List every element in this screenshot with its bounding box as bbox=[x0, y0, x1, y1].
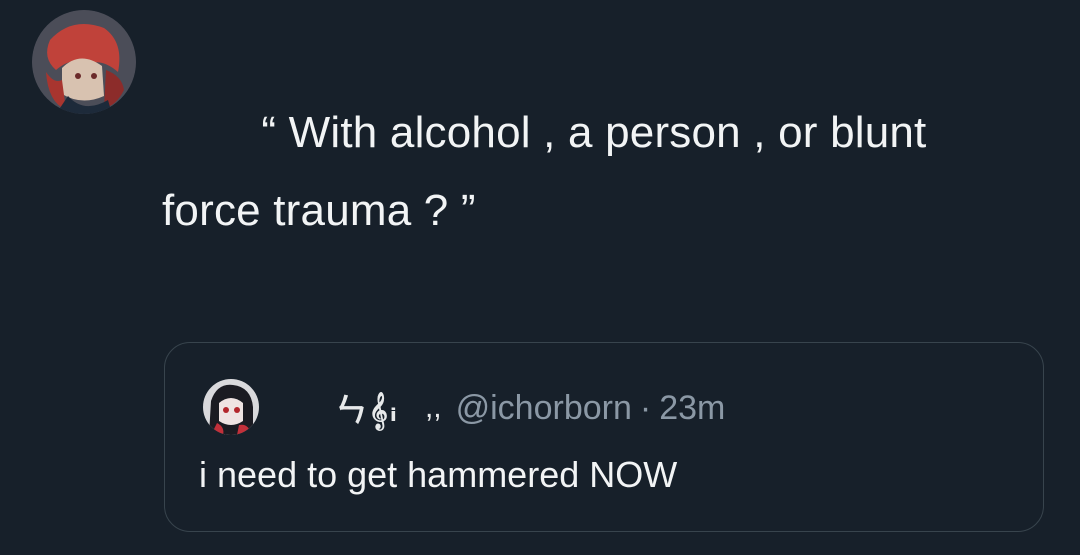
tweet-text: “ With alcohol , a person , or blunt for… bbox=[162, 108, 927, 235]
author-avatar-image bbox=[32, 10, 136, 114]
quoted-display-name[interactable]: ㄣ𝄞ᵢ bbox=[335, 385, 399, 431]
author-avatar[interactable] bbox=[32, 10, 136, 114]
quoted-display-name-suffix: ,, bbox=[424, 391, 442, 424]
quoted-handle[interactable]: @ichorborn bbox=[456, 389, 632, 428]
quoted-tweet-header: ㄣ𝄞ᵢ ,, @ichorborn · 23m bbox=[335, 383, 725, 433]
quoted-tweet-text: i need to get hammered NOW bbox=[199, 454, 678, 495]
quoted-author-avatar[interactable] bbox=[203, 379, 259, 435]
quoted-author-avatar-image bbox=[203, 379, 259, 435]
header-separator: · bbox=[639, 388, 652, 427]
quoted-tweet-card[interactable]: ㄣ𝄞ᵢ ,, @ichorborn · 23m i need to get ha… bbox=[164, 342, 1044, 532]
quoted-timestamp[interactable]: 23m bbox=[659, 389, 725, 428]
